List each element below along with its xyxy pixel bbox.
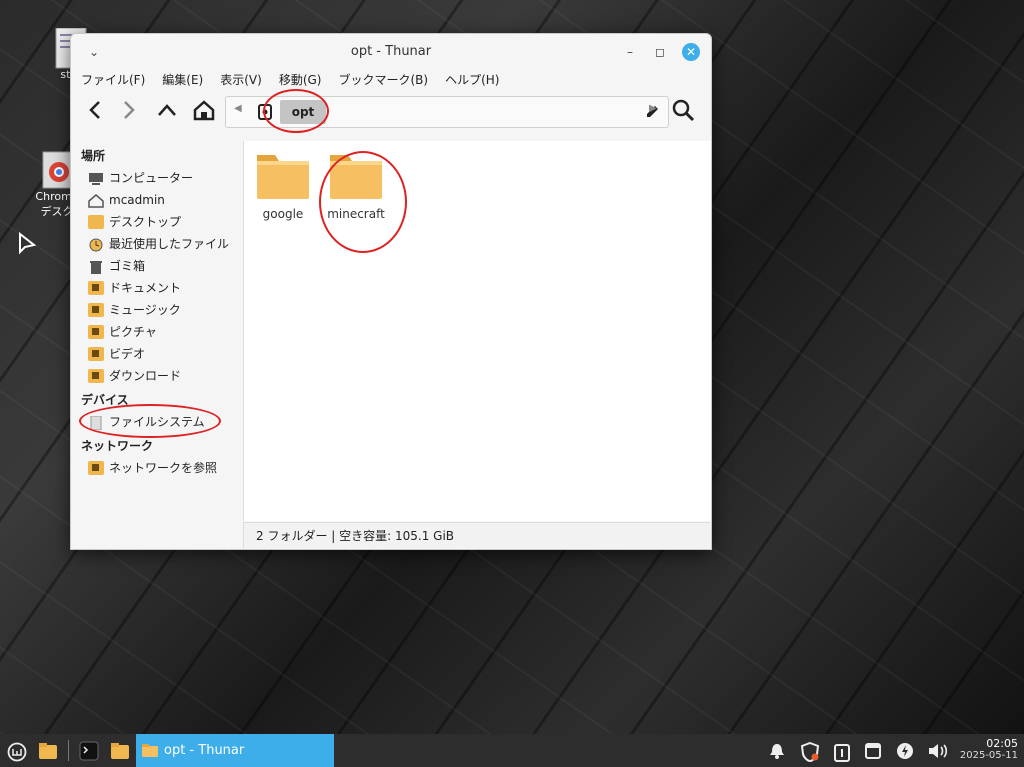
sidebar-item-trash[interactable]: ゴミ箱	[71, 255, 242, 277]
clock[interactable]: 02:05 2025-05-11	[960, 737, 1018, 761]
taskbar: opt - Thunar 02:05 2025-05-11	[0, 734, 1024, 767]
clipboard-icon[interactable]	[864, 742, 882, 760]
network-folder-icon	[88, 461, 104, 475]
sidebar-item-label: ゴミ箱	[109, 259, 146, 273]
terminal-launcher-icon[interactable]	[79, 741, 99, 761]
notifications-bell-icon[interactable]	[768, 742, 786, 760]
videos-folder-icon	[88, 347, 104, 361]
computer-icon	[88, 171, 104, 185]
file-manager-launcher-icon[interactable]	[110, 742, 130, 760]
trash-icon	[88, 259, 104, 274]
sidebar-item-filesystem[interactable]: ファイルシステム	[71, 404, 242, 438]
volume-icon[interactable]	[927, 742, 949, 760]
sidebar-item-label: ネットワークを参照	[109, 461, 218, 475]
security-shield-icon[interactable]	[800, 742, 820, 762]
scroll-left-arrow-icon[interactable]: ◀	[234, 103, 242, 114]
recent-icon	[88, 237, 104, 252]
power-icon[interactable]	[896, 742, 914, 760]
menu-file[interactable]: ファイル(F)	[81, 68, 145, 92]
home-icon	[193, 100, 215, 121]
sidebar-item-documents[interactable]: ドキュメント	[71, 277, 242, 299]
sidebar-item-network[interactable]: ネットワークを参照	[71, 457, 242, 479]
back-arrow-icon	[89, 101, 100, 119]
sidebar-item-recent[interactable]: 最近使用したファイル	[71, 233, 242, 255]
menu-bar: ファイル(F) 編集(E) 表示(V) 移動(G) ブックマーク(B) ヘルプ(…	[71, 68, 711, 92]
annotation-circle-opt	[263, 89, 329, 133]
mint-menu-icon[interactable]	[7, 742, 27, 762]
menu-edit[interactable]: 編集(E)	[162, 68, 203, 92]
window-title: opt - Thunar	[350, 44, 432, 59]
folder-name: google	[262, 207, 304, 221]
taskbar-window-label: opt - Thunar	[164, 743, 245, 758]
scroll-right-arrow-icon[interactable]: ▶	[649, 103, 657, 114]
home-button[interactable]	[190, 96, 218, 124]
sidebar-item-pictures[interactable]: ピクチャ	[71, 321, 242, 343]
sidebar-item-home[interactable]: mcadmin	[71, 189, 242, 211]
sidebar-item-label: mcadmin	[109, 193, 165, 207]
sidebar-item-music[interactable]: ミュージック	[71, 299, 242, 321]
sidebar-item-label: ビデオ	[109, 347, 146, 361]
annotation-circle-filesystem	[79, 404, 221, 438]
sidebar-item-label: ダウンロード	[109, 369, 182, 383]
home-icon	[88, 193, 104, 208]
files-launcher-icon[interactable]	[38, 742, 58, 760]
file-manager-window: ⌄ opt - Thunar – ◻ ✕ ファイル(F) 編集(E) 表示(V)…	[70, 33, 712, 550]
sidebar-item-label: ドキュメント	[109, 281, 182, 295]
forward-arrow-icon	[124, 101, 135, 119]
desktop-folder-icon	[88, 215, 104, 229]
clock-date: 2025-05-11	[959, 750, 1018, 761]
network-header: ネットワーク	[81, 439, 154, 453]
clock-time: 02:05	[986, 737, 1018, 750]
taskbar-window-button[interactable]: opt - Thunar	[136, 734, 334, 767]
mouse-cursor-icon	[19, 232, 37, 255]
sidebar-item-label: デスクトップ	[109, 215, 182, 229]
title-bar[interactable]: ⌄ opt - Thunar – ◻ ✕	[71, 34, 711, 68]
menu-bookmarks[interactable]: ブックマーク(B)	[338, 68, 428, 92]
sidebar-item-label: 最近使用したファイル	[109, 237, 230, 251]
panel-separator	[68, 740, 69, 761]
sidebar-item-label: ピクチャ	[109, 325, 157, 339]
downloads-folder-icon	[88, 369, 104, 383]
folder-icon	[255, 153, 311, 201]
sidebar-item-videos[interactable]: ビデオ	[71, 343, 242, 365]
up-button[interactable]	[153, 96, 181, 124]
search-icon[interactable]	[671, 98, 695, 122]
forward-button[interactable]	[115, 96, 143, 124]
annotation-circle-minecraft	[319, 151, 407, 253]
up-arrow-icon	[158, 104, 176, 116]
menu-view[interactable]: 表示(V)	[220, 68, 262, 92]
sidebar-item-desktop[interactable]: デスクトップ	[71, 211, 242, 233]
menu-help[interactable]: ヘルプ(H)	[445, 68, 499, 92]
sidebar-item-computer[interactable]: コンピューター	[71, 167, 242, 189]
sidebar-item-label: ミュージック	[109, 303, 181, 317]
folder-google[interactable]: google	[248, 145, 318, 221]
file-view[interactable]: google minecraft	[243, 141, 711, 521]
sidebar: 場所 コンピューター mcadmin デスクトップ 最近使用したファイル ゴミ箱…	[71, 141, 242, 549]
music-folder-icon	[88, 303, 104, 317]
update-manager-icon[interactable]	[833, 742, 851, 762]
places-header: 場所	[81, 149, 106, 163]
documents-folder-icon	[88, 281, 104, 295]
sidebar-item-downloads[interactable]: ダウンロード	[71, 365, 242, 387]
minimize-button[interactable]: –	[621, 43, 639, 61]
pictures-folder-icon	[88, 325, 104, 339]
toolbar: ◀ opt ▶	[71, 89, 711, 133]
folder-icon	[142, 744, 158, 757]
back-button[interactable]	[81, 96, 109, 124]
close-button[interactable]: ✕	[682, 43, 700, 61]
status-bar: 2 フォルダー | 空き容量: 105.1 GiB	[243, 522, 710, 548]
maximize-button[interactable]: ◻	[651, 43, 669, 61]
sidebar-item-label: コンピューター	[109, 171, 194, 185]
